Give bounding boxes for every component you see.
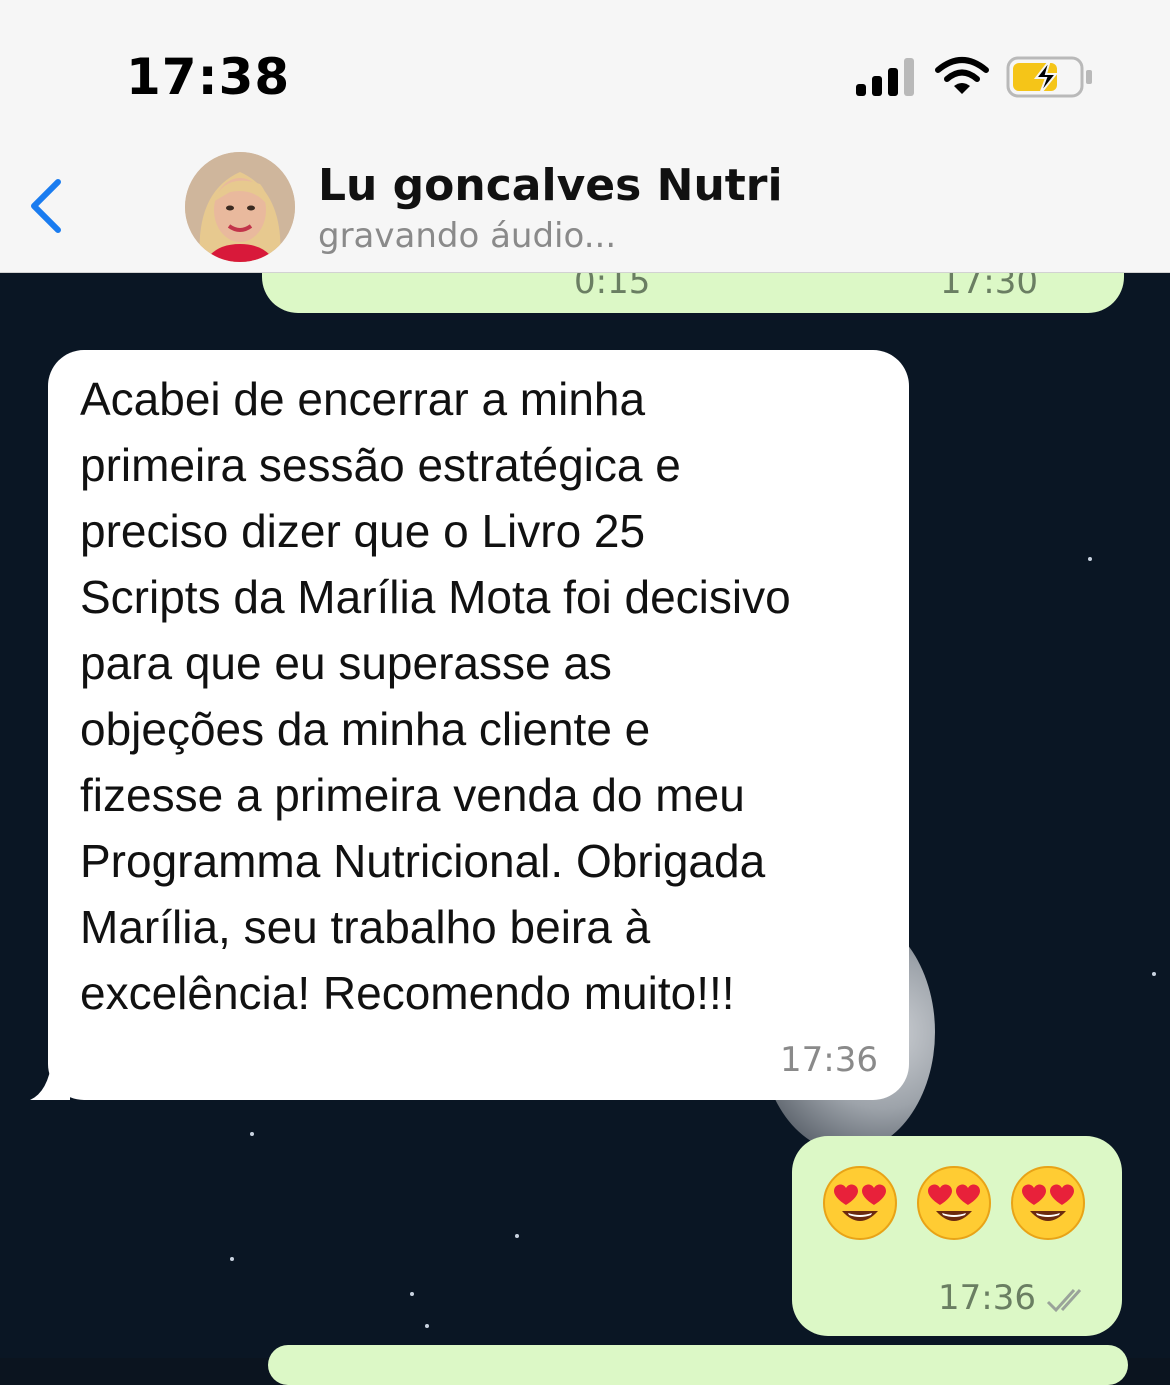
next-message-bubble[interactable] bbox=[268, 1345, 1128, 1385]
smiling-face-with-heart-eyes-icon bbox=[917, 1166, 991, 1240]
back-button[interactable] bbox=[20, 170, 80, 240]
message-time: 17:36 bbox=[938, 1278, 1036, 1318]
emoji-row bbox=[822, 1165, 1086, 1241]
star bbox=[1088, 557, 1092, 561]
wifi-icon bbox=[935, 57, 989, 94]
star bbox=[230, 1257, 234, 1261]
status-time: 17:38 bbox=[126, 48, 291, 106]
star bbox=[425, 1324, 429, 1328]
chat-header: Lu goncalves Nutri gravando áudio... bbox=[0, 140, 1170, 273]
contact-avatar[interactable] bbox=[185, 152, 295, 262]
double-check-read-icon bbox=[1046, 1288, 1082, 1313]
avatar-photo bbox=[185, 152, 295, 262]
smiling-face-with-heart-eyes-icon bbox=[823, 1166, 897, 1240]
chevron-left-icon bbox=[31, 179, 61, 233]
star bbox=[250, 1132, 254, 1136]
star bbox=[515, 1234, 519, 1238]
cellular-signal-icon bbox=[856, 58, 916, 96]
bubble-tail bbox=[30, 1060, 70, 1100]
message-text: Acabei de encerrar a minha primeira sess… bbox=[80, 373, 791, 1019]
star bbox=[410, 1292, 414, 1296]
smiling-face-with-heart-eyes-icon bbox=[1011, 1166, 1085, 1240]
contact-status: gravando áudio... bbox=[318, 216, 617, 256]
contact-name[interactable]: Lu goncalves Nutri bbox=[318, 160, 783, 211]
message-time: 17:36 bbox=[780, 1040, 878, 1080]
battery-charging-icon bbox=[1006, 56, 1092, 98]
star bbox=[1152, 972, 1156, 976]
status-bar: 17:38 bbox=[0, 0, 1170, 140]
